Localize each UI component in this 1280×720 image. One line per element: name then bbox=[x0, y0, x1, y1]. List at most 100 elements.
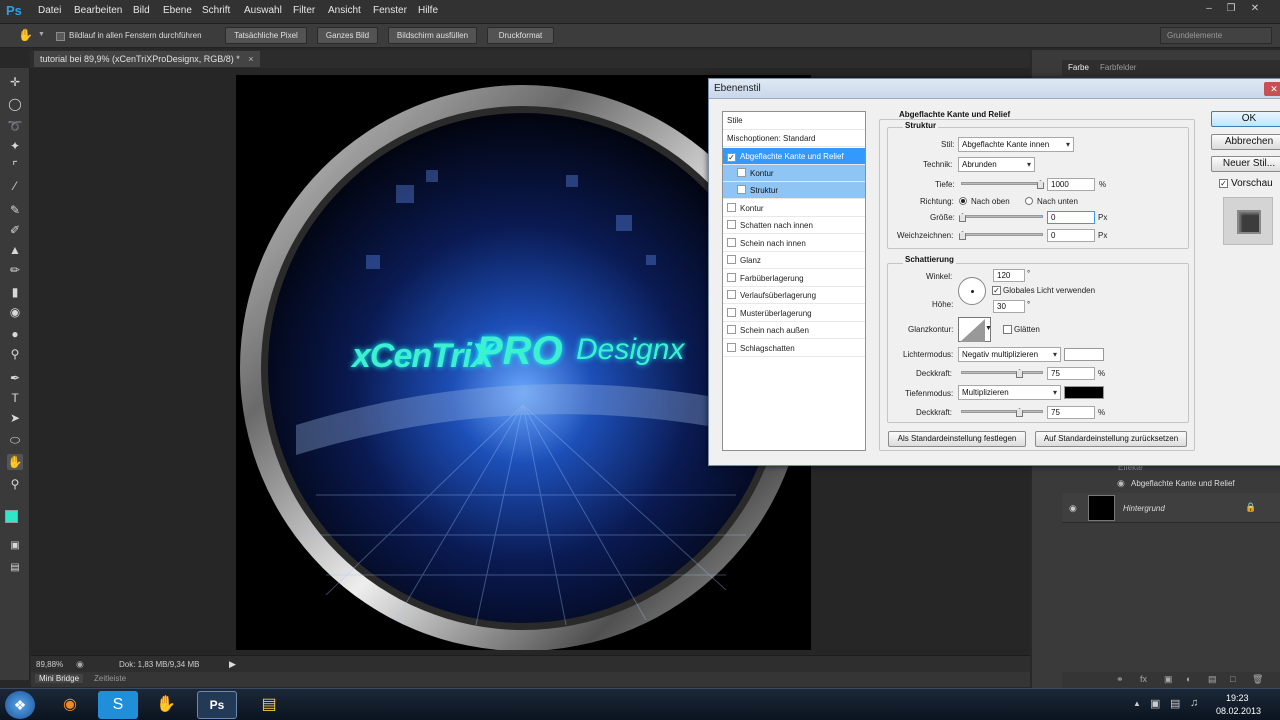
style-checkbox[interactable] bbox=[737, 168, 746, 177]
marquee-tool-icon[interactable]: ◯ bbox=[7, 96, 23, 112]
type-tool-icon[interactable]: T bbox=[7, 390, 23, 406]
highlight-color-swatch[interactable] bbox=[1064, 348, 1104, 361]
fit-screen-button[interactable]: Ganzes Bild bbox=[317, 27, 378, 44]
visibility-eye-icon[interactable]: ◉ bbox=[1069, 503, 1077, 514]
gloss-contour-picker[interactable]: ▼ bbox=[958, 317, 992, 342]
print-size-button[interactable]: Druckformat bbox=[487, 27, 554, 44]
style-item-contour-sub[interactable]: Kontur bbox=[723, 165, 865, 182]
preview-checkbox[interactable]: ✓ bbox=[1219, 179, 1228, 188]
mask-icon[interactable]: ▣ bbox=[1164, 674, 1173, 685]
style-item-inner-shadow[interactable]: Schatten nach innen bbox=[723, 217, 865, 234]
tab-mini-bridge[interactable]: Mini Bridge bbox=[35, 674, 84, 683]
zoom-tool-icon[interactable]: ⚲ bbox=[7, 476, 23, 492]
lasso-tool-icon[interactable]: ➰ bbox=[7, 118, 23, 134]
zoom-level[interactable]: 89,88% bbox=[36, 660, 63, 669]
crop-tool-icon[interactable]: ⌜ bbox=[7, 158, 23, 174]
menu-edit[interactable]: Bearbeiten bbox=[74, 5, 122, 16]
eye-icon[interactable]: ◉ bbox=[1117, 478, 1125, 489]
dodge-tool-icon[interactable]: ⚲ bbox=[7, 346, 23, 362]
tab-timeline[interactable]: Zeitleiste bbox=[94, 674, 126, 683]
path-select-icon[interactable]: ➤ bbox=[7, 410, 23, 426]
shadow-opacity-input[interactable]: 75 bbox=[1047, 406, 1095, 419]
global-light-checkbox[interactable]: ✓ bbox=[992, 286, 1001, 295]
tray-device-icon[interactable]: ▣ bbox=[1150, 697, 1160, 710]
close-tab-icon[interactable]: × bbox=[248, 54, 253, 64]
style-checkbox[interactable] bbox=[727, 273, 736, 282]
styles-header[interactable]: Stile bbox=[723, 112, 865, 130]
eyedropper-icon[interactable]: ⁄ bbox=[7, 178, 23, 194]
style-item-gradient-overlay[interactable]: Verlaufsüberlagerung bbox=[723, 287, 865, 304]
eraser-tool-icon[interactable]: ▮ bbox=[7, 284, 23, 300]
history-brush-icon[interactable]: ✏ bbox=[7, 262, 23, 278]
menu-window[interactable]: Fenster bbox=[373, 5, 407, 16]
new-style-button[interactable]: Neuer Stil... bbox=[1211, 156, 1280, 172]
photoshop-taskbar-icon[interactable]: Ps bbox=[197, 691, 237, 719]
start-button-icon[interactable]: ❖ bbox=[5, 691, 35, 719]
firefox-icon[interactable]: ◉ bbox=[50, 691, 90, 719]
layer-effect-bevel[interactable]: Abgeflachte Kante und Relief bbox=[1131, 479, 1235, 488]
tab-swatches[interactable]: Farbfelder bbox=[1100, 63, 1136, 72]
document-tab[interactable]: tutorial bei 89,9% (xCenTriXProDesignx, … bbox=[34, 51, 260, 67]
minimize-icon[interactable]: – bbox=[1200, 3, 1218, 15]
dialog-close-icon[interactable]: ✕ bbox=[1264, 82, 1280, 96]
screen-mode-icon[interactable]: ▤ bbox=[7, 560, 23, 576]
menu-select[interactable]: Auswahl bbox=[244, 5, 282, 16]
make-default-button[interactable]: Als Standardeinstellung festlegen bbox=[888, 431, 1026, 447]
style-checkbox[interactable] bbox=[727, 203, 736, 212]
trash-icon[interactable]: 🗑 bbox=[1252, 674, 1263, 685]
highlight-opacity-slider[interactable] bbox=[961, 371, 1043, 374]
style-checkbox[interactable] bbox=[727, 325, 736, 334]
ellipse-tool-icon[interactable]: ⬭ bbox=[7, 432, 23, 448]
shadow-mode-select[interactable]: Multiplizieren bbox=[958, 385, 1061, 400]
highlight-opacity-input[interactable]: 75 bbox=[1047, 367, 1095, 380]
angle-input[interactable]: 120 bbox=[993, 269, 1025, 282]
blur-tool-icon[interactable]: ● bbox=[7, 326, 23, 342]
menu-type[interactable]: Schrift bbox=[202, 5, 230, 16]
menu-image[interactable]: Bild bbox=[133, 5, 150, 16]
style-checkbox[interactable] bbox=[737, 185, 746, 194]
quick-select-icon[interactable]: ✦ bbox=[7, 138, 23, 154]
style-item-texture-sub[interactable]: Struktur bbox=[723, 182, 865, 199]
style-checkbox[interactable] bbox=[727, 308, 736, 317]
size-slider[interactable] bbox=[961, 215, 1043, 218]
close-icon[interactable]: ✕ bbox=[1246, 3, 1264, 15]
healing-brush-icon[interactable]: ✎ bbox=[7, 202, 23, 218]
style-item-inner-glow[interactable]: Schein nach innen bbox=[723, 235, 865, 252]
tray-arrow-icon[interactable]: ▲ bbox=[1133, 699, 1141, 708]
technique-select[interactable]: Abrunden bbox=[958, 157, 1035, 172]
tab-color[interactable]: Farbe bbox=[1068, 63, 1089, 72]
stamp-tool-icon[interactable]: ▲ bbox=[7, 242, 23, 258]
adjustment-icon[interactable]: ◐ bbox=[1186, 674, 1191, 684]
antialias-checkbox[interactable] bbox=[1003, 325, 1012, 334]
size-input[interactable]: 0 bbox=[1047, 211, 1095, 224]
direction-down-radio[interactable] bbox=[1025, 197, 1033, 205]
pen-tool-icon[interactable]: ✒ bbox=[7, 370, 23, 386]
depth-slider[interactable] bbox=[961, 182, 1043, 185]
cancel-button[interactable]: Abbrechen bbox=[1211, 134, 1280, 150]
blend-options-item[interactable]: Mischoptionen: Standard bbox=[723, 130, 865, 147]
hand-tool-icon[interactable]: ✋ bbox=[18, 28, 33, 42]
fill-screen-button[interactable]: Bildschirm ausfüllen bbox=[388, 27, 477, 44]
layer-name[interactable]: Hintergrund bbox=[1123, 504, 1165, 513]
reset-default-button[interactable]: Auf Standardeinstellung zurücksetzen bbox=[1035, 431, 1187, 447]
ok-button[interactable]: OK bbox=[1211, 111, 1280, 127]
menu-layer[interactable]: Ebene bbox=[163, 5, 192, 16]
soften-input[interactable]: 0 bbox=[1047, 229, 1095, 242]
style-checkbox[interactable] bbox=[727, 255, 736, 264]
style-item-pattern-overlay[interactable]: Musterüberlagerung bbox=[723, 305, 865, 322]
angle-dial[interactable] bbox=[958, 277, 986, 305]
style-item-drop-shadow[interactable]: Schlagschatten bbox=[723, 340, 865, 357]
move-tool-icon[interactable]: ✛ bbox=[7, 74, 23, 90]
workspace-select[interactable]: Grundelemente bbox=[1160, 27, 1272, 44]
shadow-opacity-slider[interactable] bbox=[961, 410, 1043, 413]
menu-filter[interactable]: Filter bbox=[293, 5, 315, 16]
style-item-outer-glow[interactable]: Schein nach außen bbox=[723, 322, 865, 339]
style-checkbox[interactable] bbox=[727, 238, 736, 247]
style-item-stroke[interactable]: Kontur bbox=[723, 200, 865, 217]
app-hand-icon[interactable]: ✋ bbox=[146, 691, 186, 719]
foreground-color-swatch[interactable] bbox=[5, 510, 18, 523]
style-item-bevel[interactable]: ✓ Abgeflachte Kante und Relief bbox=[723, 148, 865, 165]
clock-date[interactable]: 08.02.2013 bbox=[1216, 706, 1261, 716]
style-checkbox[interactable] bbox=[727, 220, 736, 229]
style-checkbox[interactable]: ✓ bbox=[727, 153, 736, 162]
